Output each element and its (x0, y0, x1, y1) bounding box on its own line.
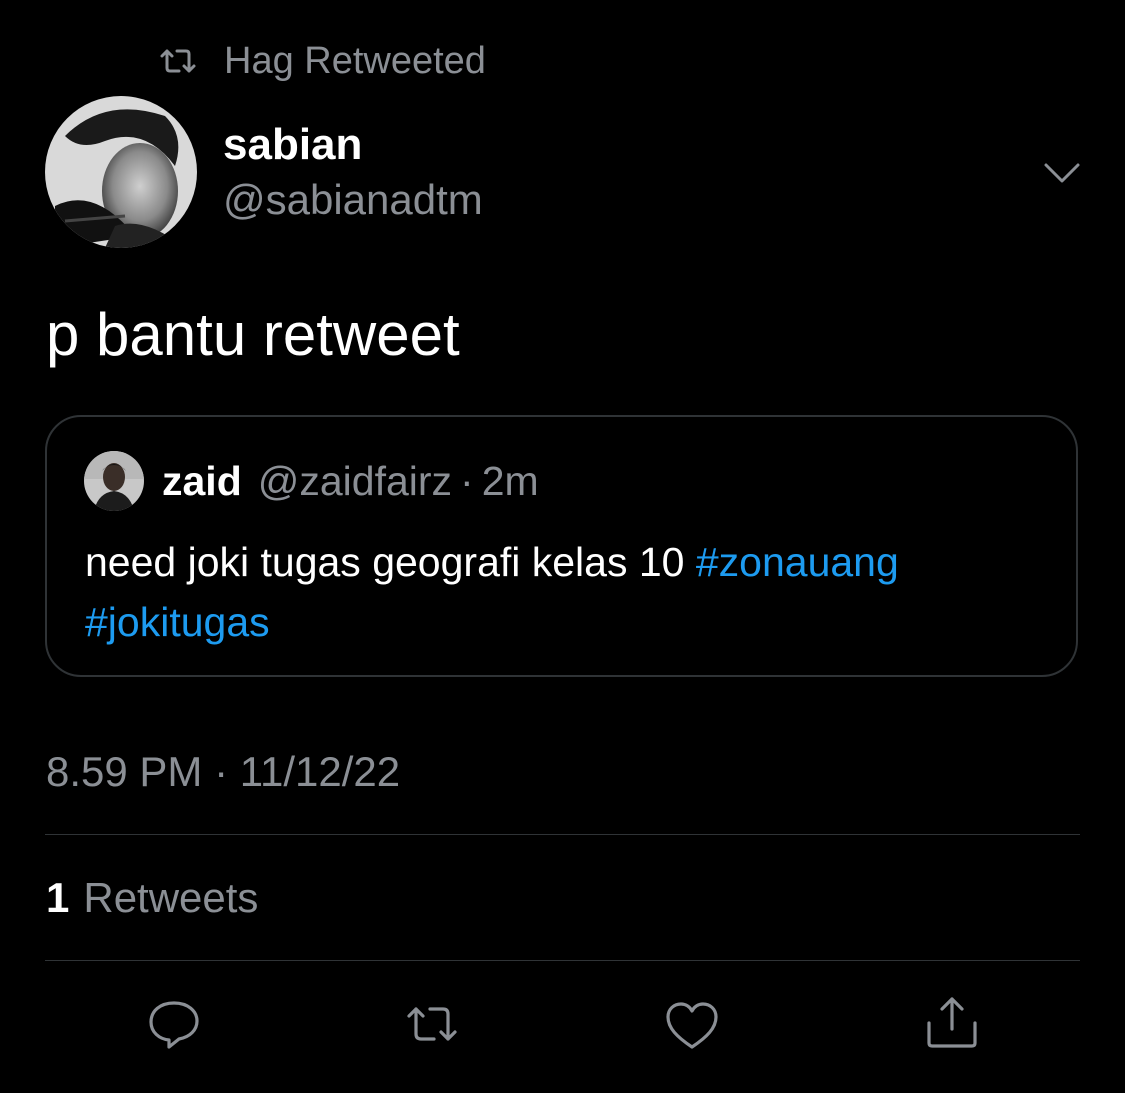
retweet-icon (407, 1007, 457, 1041)
quoted-author-name[interactable]: zaid (162, 458, 242, 505)
divider (45, 834, 1080, 835)
share-button[interactable] (922, 992, 982, 1052)
chevron-down-icon[interactable] (1042, 155, 1082, 191)
retweet-count-label: Retweets (83, 874, 259, 921)
retweet-context-label: Hag Retweeted (224, 39, 486, 82)
like-button[interactable] (662, 996, 722, 1056)
tweet-text: p bantu retweet (46, 301, 460, 368)
user-avatar-icon (45, 96, 197, 248)
quoted-author-handle[interactable]: @zaidfairz (258, 458, 452, 505)
retweets-stat[interactable]: 1 Retweets (46, 874, 258, 922)
author-display-name[interactable]: sabian (223, 120, 362, 170)
retweet-context[interactable]: Hag Retweeted (158, 38, 486, 84)
quoted-tweet-body: need joki tugas geografi kelas 10 #zonau… (85, 532, 1045, 652)
quoted-author-avatar[interactable] (84, 451, 144, 511)
author-handle[interactable]: @sabianadtm (223, 176, 483, 224)
hashtag-link[interactable]: #zonauang (696, 539, 899, 585)
reply-icon (149, 1001, 199, 1049)
quoted-tweet-header: zaid @zaidfairz · 2m (162, 458, 539, 505)
user-avatar-icon (84, 451, 144, 511)
reply-button[interactable] (144, 994, 204, 1054)
retweet-count: 1 (46, 874, 70, 921)
separator-dot: · (460, 458, 474, 504)
share-icon (927, 997, 977, 1048)
retweet-icon (160, 49, 196, 73)
heart-icon (666, 1002, 718, 1049)
retweet-button[interactable] (402, 994, 462, 1054)
tweet-timestamp: 8.59 PM · 11/12/22 (46, 748, 401, 795)
quoted-tweet-time: 2m (481, 458, 539, 504)
hashtag-link[interactable]: #jokitugas (85, 599, 270, 645)
author-avatar[interactable] (45, 96, 197, 248)
quoted-tweet-text: need joki tugas geografi kelas 10 (85, 539, 696, 585)
divider (45, 960, 1080, 961)
